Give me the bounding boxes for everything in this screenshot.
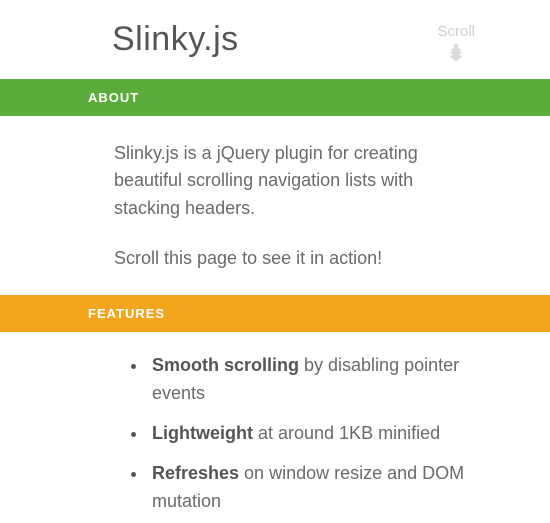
about-body: Slinky.js is a jQuery plugin for creatin… (70, 116, 505, 274)
feature-rest: at around 1KB minified (253, 423, 440, 443)
header-row: Slinky.js Scroll (70, 20, 505, 79)
list-item: Smooth scrolling by disabling pointer ev… (148, 352, 475, 408)
scroll-hint-label: Scroll (437, 23, 475, 40)
page-title: Slinky.js (112, 20, 239, 59)
features-list: Smooth scrolling by disabling pointer ev… (70, 332, 505, 515)
feature-strong: Smooth scrolling (152, 355, 299, 375)
arrow-down-icon (437, 43, 475, 61)
about-paragraph-1: Slinky.js is a jQuery plugin for creatin… (114, 140, 483, 224)
section-header-about: ABOUT (0, 79, 550, 116)
section-header-features: FEATURES (0, 295, 550, 332)
feature-strong: Refreshes (152, 463, 239, 483)
about-paragraph-2: Scroll this page to see it in action! (114, 245, 483, 273)
page-container: Slinky.js Scroll ABOUT Slinky.js is a jQ… (0, 0, 550, 516)
list-item: Lightweight at around 1KB minified (148, 420, 475, 448)
feature-strong: Lightweight (152, 423, 253, 443)
scroll-hint: Scroll (437, 24, 475, 61)
list-item: Refreshes on window resize and DOM mutat… (148, 460, 475, 516)
